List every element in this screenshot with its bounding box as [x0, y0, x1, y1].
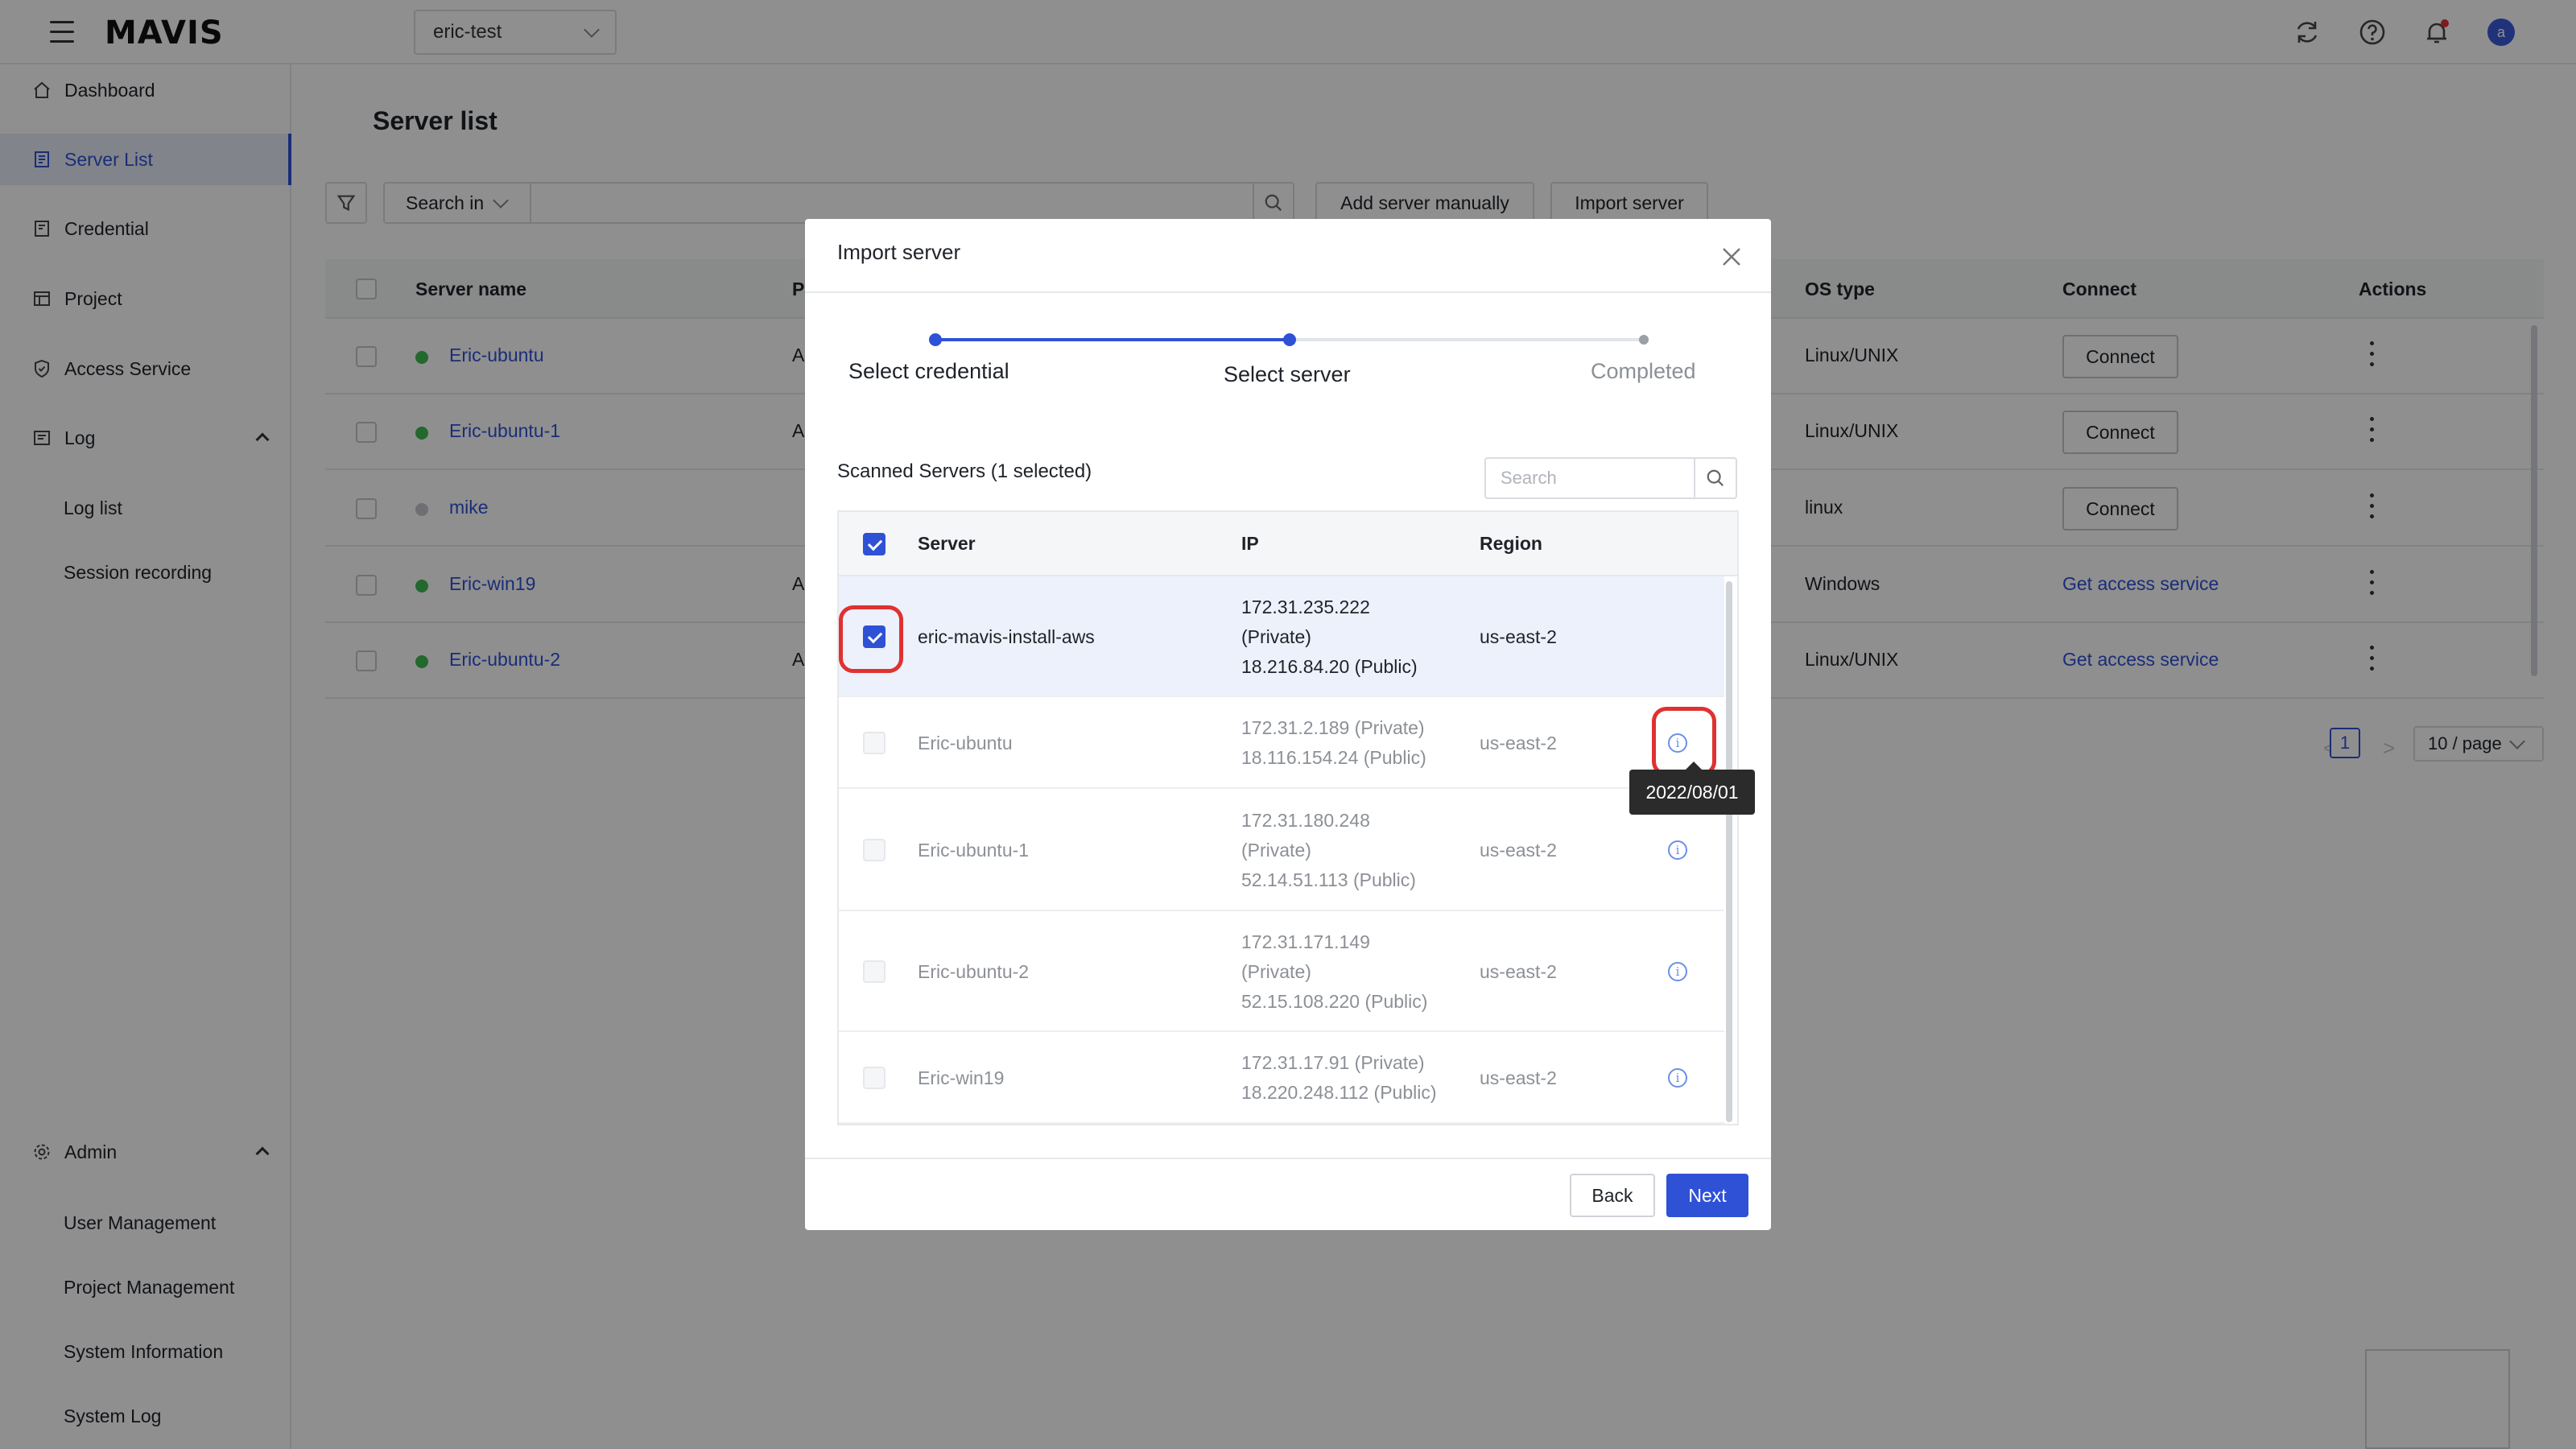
- scanned-servers-header: Server IP Region: [839, 512, 1737, 576]
- info-icon[interactable]: i: [1668, 1068, 1687, 1088]
- step-dot-select-credential: [929, 333, 942, 346]
- region-cell: us-east-2: [1480, 960, 1557, 982]
- step-label-completed: Completed: [1591, 359, 1696, 383]
- ip-line: (Private): [1241, 839, 1311, 861]
- modal-divider: [805, 291, 1771, 293]
- ip-line: (Private): [1241, 625, 1311, 647]
- server-row-checkbox[interactable]: [863, 960, 886, 983]
- ip-cell: 172.31.180.248 (Private) 52.14.51.113 (Pub…: [1241, 806, 1416, 895]
- ip-cell: 172.31.171.149 (Private) 52.15.108.220 (Pu…: [1241, 927, 1427, 1017]
- ip-line: 18.220.248.112 (Public): [1241, 1082, 1437, 1103]
- step-dot-completed: [1639, 335, 1649, 345]
- import-server-modal: Import server Select credential Select s…: [805, 219, 1771, 1230]
- region-cell: us-east-2: [1480, 732, 1557, 753]
- server-name-cell: Eric-ubuntu-1: [918, 839, 1030, 861]
- ip-line: 172.31.180.248: [1241, 809, 1370, 831]
- column-header-server: Server: [918, 533, 976, 554]
- ip-line: 172.31.235.222: [1241, 596, 1370, 617]
- server-row-checkbox[interactable]: [863, 839, 886, 861]
- step-label-select-credential: Select credential: [848, 359, 1009, 383]
- ip-line: 18.216.84.20 (Public): [1241, 655, 1418, 677]
- step-dot-select-server: [1283, 333, 1296, 346]
- region-cell: us-east-2: [1480, 625, 1557, 647]
- scanned-server-row[interactable]: Eric-ubuntu-2 172.31.171.149 (Private) 52.1…: [839, 911, 1724, 1032]
- highlight-ring-info-icon: [1652, 707, 1716, 776]
- highlight-ring-selected-checkbox: [839, 605, 903, 673]
- ip-line: 172.31.17.91 (Private): [1241, 1052, 1425, 1073]
- region-cell: us-east-2: [1480, 839, 1557, 861]
- ip-line: (Private): [1241, 960, 1311, 982]
- select-all-servers-checkbox[interactable]: [863, 533, 886, 555]
- ip-line: 18.116.154.24 (Public): [1241, 747, 1426, 768]
- ip-line: 52.14.51.113 (Public): [1241, 869, 1416, 890]
- server-name-cell: eric-mavis-install-aws: [918, 625, 1095, 647]
- info-icon[interactable]: i: [1668, 840, 1687, 860]
- ip-cell: 172.31.2.189 (Private) 18.116.154.24 (Pub…: [1241, 713, 1426, 773]
- modal-search-placeholder: Search: [1501, 468, 1557, 488]
- region-cell: us-east-2: [1480, 1067, 1557, 1088]
- server-name-cell: Eric-ubuntu: [918, 732, 1013, 753]
- scanned-servers-table: Server IP Region eric-mavis-install-aws 1…: [837, 510, 1739, 1125]
- next-button[interactable]: Next: [1666, 1174, 1748, 1217]
- modal-title: Import server: [837, 240, 961, 264]
- scanned-server-row[interactable]: Eric-ubuntu-1 172.31.180.248 (Private) 52.1…: [839, 789, 1724, 911]
- scanned-server-row[interactable]: Eric-ubuntu 172.31.2.189 (Private) 18.116.…: [839, 697, 1724, 789]
- scanned-server-row[interactable]: Eric-win19 172.31.17.91 (Private) 18.220.2…: [839, 1032, 1724, 1124]
- search-icon[interactable]: [1694, 457, 1737, 499]
- info-icon[interactable]: i: [1668, 962, 1687, 981]
- server-row-checkbox[interactable]: [863, 1067, 886, 1089]
- stepper-pending-line: [1291, 338, 1645, 341]
- modal-table-scrollbar[interactable]: [1726, 581, 1732, 1122]
- ip-line: 172.31.2.189 (Private): [1241, 717, 1425, 738]
- ip-line: 172.31.171.149: [1241, 931, 1370, 952]
- stepper-progress-line: [935, 338, 1291, 341]
- step-label-select-server: Select server: [1224, 362, 1351, 386]
- close-icon[interactable]: [1721, 246, 1742, 267]
- ip-cell: 172.31.235.222 (Private) 18.216.84.20 (Pub…: [1241, 592, 1418, 682]
- scanned-servers-label: Scanned Servers (1 selected): [837, 460, 1092, 482]
- modal-footer-divider: [805, 1158, 1771, 1159]
- ip-cell: 172.31.17.91 (Private) 18.220.248.112 (Pu…: [1241, 1048, 1437, 1108]
- back-button[interactable]: Back: [1570, 1174, 1655, 1217]
- server-row-checkbox[interactable]: [863, 732, 886, 754]
- server-name-cell: Eric-win19: [918, 1067, 1005, 1088]
- server-name-cell: Eric-ubuntu-2: [918, 960, 1030, 982]
- scanned-server-row[interactable]: eric-mavis-install-aws 172.31.235.222 (Pri…: [839, 576, 1724, 697]
- ip-line: 52.15.108.220 (Public): [1241, 990, 1428, 1012]
- modal-search-input[interactable]: Search: [1484, 457, 1695, 499]
- info-tooltip: 2022/08/01: [1629, 762, 1755, 815]
- column-header-ip: IP: [1241, 533, 1259, 554]
- column-header-region: Region: [1480, 533, 1542, 554]
